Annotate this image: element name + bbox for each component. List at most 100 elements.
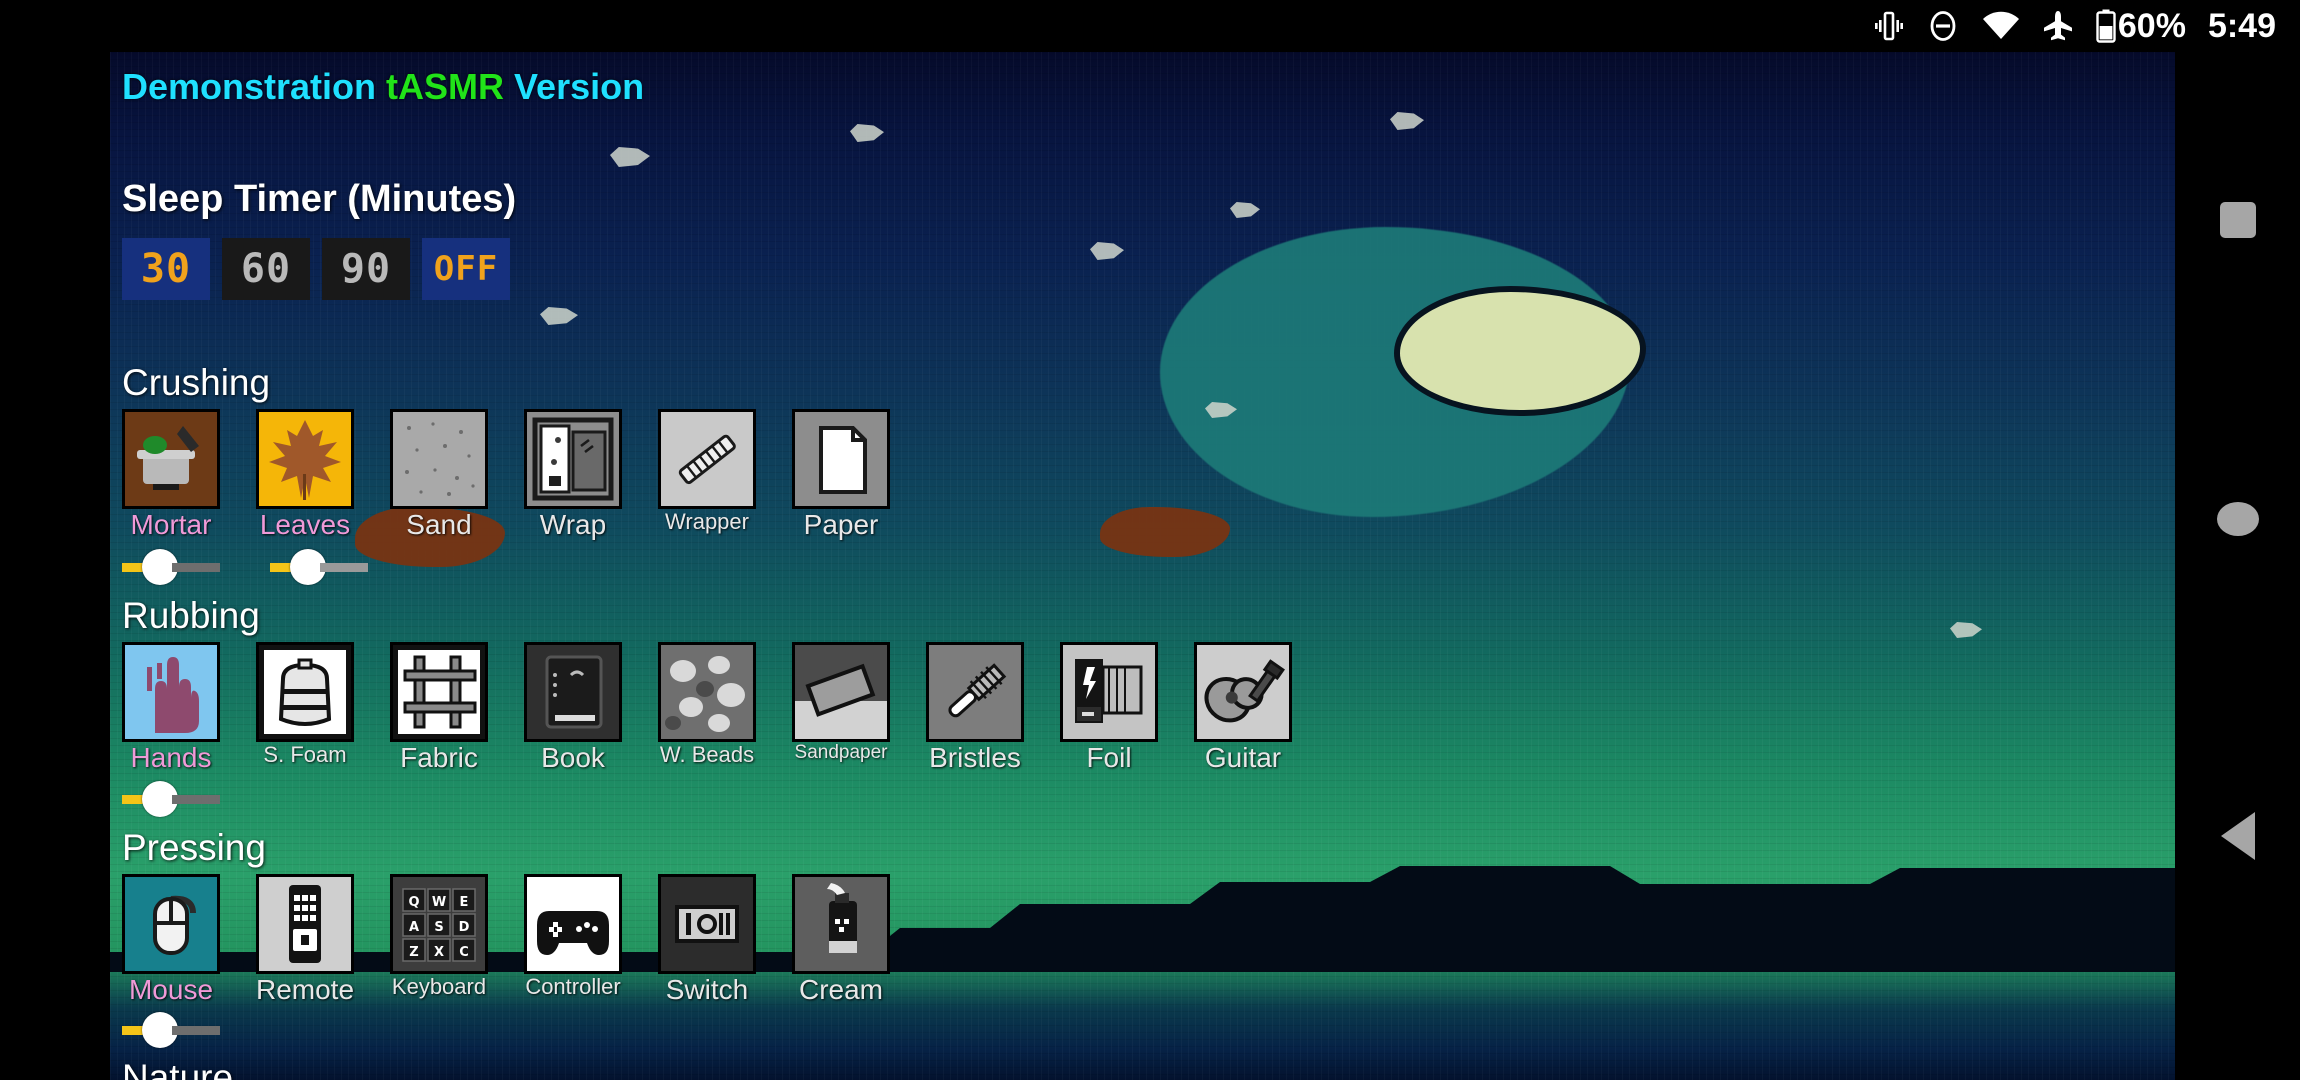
home-button[interactable] bbox=[2216, 502, 2259, 536]
sleep-timer-30-button[interactable]: 30 bbox=[122, 238, 210, 300]
svg-text:S: S bbox=[434, 920, 443, 935]
sound-label-hands: Hands bbox=[130, 742, 212, 773]
battery-percent: 60% bbox=[2117, 7, 2186, 45]
svg-text:C: C bbox=[459, 945, 469, 960]
sound-tile-sandpaper[interactable]: Sandpaper bbox=[792, 645, 890, 774]
sleep-timer-60-button[interactable]: 60 bbox=[222, 238, 310, 300]
svg-text:Z: Z bbox=[409, 945, 418, 960]
sound-tile-fabric[interactable]: Fabric bbox=[390, 645, 488, 774]
sleep-timer-90-button[interactable]: 90 bbox=[322, 238, 410, 300]
sound-label-keyboard: Keyboard bbox=[391, 974, 487, 999]
sound-tile-leaves[interactable]: Leaves bbox=[256, 412, 354, 541]
sound-tile-mortar[interactable]: Mortar bbox=[122, 412, 220, 541]
sound-label-bristles: Bristles bbox=[929, 742, 1021, 773]
sound-tile-sand[interactable]: Sand bbox=[390, 412, 488, 541]
sound-tile-wrap[interactable]: Wrap bbox=[524, 412, 622, 541]
sound-tile-book[interactable]: Book bbox=[524, 645, 622, 774]
sound-label-switch: Switch bbox=[665, 974, 749, 1005]
sound-tile-controller[interactable]: Controller bbox=[524, 877, 622, 1006]
sound-label-guitar: Guitar bbox=[1204, 742, 1282, 773]
recent-apps-button[interactable] bbox=[2219, 202, 2256, 238]
slider-track bbox=[320, 562, 368, 572]
app-content: Demonstration tASMR Version Sleep Timer … bbox=[110, 52, 2175, 1080]
sound-label-mortar: Mortar bbox=[130, 509, 212, 540]
sound-tile-foil[interactable]: Foil bbox=[1060, 645, 1158, 774]
sound-label-wrap: Wrap bbox=[539, 509, 607, 540]
book-icon bbox=[527, 645, 619, 739]
hand-print-icon bbox=[125, 645, 217, 739]
soap-foam-icon bbox=[259, 645, 351, 739]
sound-label-cream: Cream bbox=[798, 974, 883, 1005]
volume-slider-mortar[interactable] bbox=[122, 547, 220, 587]
slider-track bbox=[172, 794, 220, 804]
sleep-timer-off-button[interactable]: OFF bbox=[422, 238, 510, 300]
sound-label-controller: Controller bbox=[525, 974, 621, 999]
sound-tile-guitar[interactable]: Guitar bbox=[1194, 645, 1292, 774]
app-title-version: Version bbox=[504, 66, 645, 107]
sound-label-paper: Paper bbox=[803, 509, 879, 540]
keyboard-keys-icon: QWE AS D Z XC bbox=[393, 877, 485, 971]
slider-track bbox=[172, 562, 220, 572]
sound-tile-switch[interactable]: Switch bbox=[658, 877, 756, 1006]
fabric-weave-icon bbox=[393, 645, 485, 739]
phone-screen: 60% 5:49 Demonstration tASMR Version Sle… bbox=[0, 0, 2300, 1080]
candy-wrapper-icon bbox=[661, 412, 753, 506]
sound-label-fabric: Fabric bbox=[400, 742, 478, 773]
sound-tile-bristles[interactable]: Bristles bbox=[926, 645, 1024, 774]
game-controller-icon bbox=[527, 877, 619, 971]
volume-slider-leaves[interactable] bbox=[270, 547, 368, 587]
app-title: Demonstration tASMR Version bbox=[122, 66, 644, 108]
light-switch-icon bbox=[661, 877, 753, 971]
paper-sheet-icon bbox=[795, 412, 887, 506]
airplane-mode-icon bbox=[2042, 10, 2074, 42]
sand-texture-icon bbox=[393, 412, 485, 506]
app-title-demonstration: Demonstration bbox=[122, 66, 387, 107]
sound-tile-cream[interactable]: Cream bbox=[792, 877, 890, 1006]
svg-text:A: A bbox=[409, 920, 419, 935]
sound-label-foil: Foil bbox=[1086, 742, 1132, 773]
water-beads-icon bbox=[661, 645, 753, 739]
status-bar: 60% 5:49 bbox=[0, 0, 2300, 52]
bubble-wrap-icon bbox=[527, 412, 619, 506]
category-heading-nature: Nature bbox=[122, 1057, 234, 1080]
computer-mouse-icon bbox=[125, 877, 217, 971]
guitar-icon bbox=[1197, 645, 1289, 739]
svg-text:E: E bbox=[460, 895, 469, 910]
sound-label-wrapper: Wrapper bbox=[665, 509, 749, 534]
app-title-tasmr: tASMR bbox=[386, 66, 505, 107]
category-row-crushing: Mortar Leaves Sand Wrap Wrapper Paper bbox=[122, 412, 890, 541]
sound-label-remote: Remote bbox=[255, 974, 355, 1005]
system-navigation-bar bbox=[2175, 52, 2300, 1080]
sound-tile-w-beads[interactable]: W. Beads bbox=[658, 645, 756, 774]
volume-slider-hands[interactable] bbox=[122, 779, 220, 819]
aluminium-foil-icon bbox=[1063, 645, 1155, 739]
do-not-disturb-icon bbox=[1926, 9, 1960, 43]
sound-label-leaves: Leaves bbox=[259, 509, 351, 540]
sound-label-sand: Sand bbox=[406, 509, 472, 540]
sound-tile-paper[interactable]: Paper bbox=[792, 412, 890, 541]
wifi-icon bbox=[1982, 11, 2020, 41]
svg-text:Q: Q bbox=[408, 895, 419, 910]
sound-tile-wrapper[interactable]: Wrapper bbox=[658, 412, 756, 541]
sound-tile-remote[interactable]: Remote bbox=[256, 877, 354, 1006]
back-button[interactable] bbox=[2220, 812, 2255, 860]
category-row-rubbing: Hands S. Foam Fabric Book W. Beads Sandp… bbox=[122, 645, 1292, 774]
sound-tile-mouse[interactable]: Mouse bbox=[122, 877, 220, 1006]
svg-text:X: X bbox=[434, 945, 444, 960]
battery-status: 60% bbox=[2096, 9, 2186, 43]
sleep-timer-options: 30 60 90 OFF bbox=[122, 238, 510, 300]
sound-tile-keyboard[interactable]: QWE AS D Z XC Keyboard bbox=[390, 877, 488, 1006]
vibrate-icon bbox=[1874, 9, 1904, 43]
app-viewport: Demonstration tASMR Version Sleep Timer … bbox=[110, 52, 2175, 1080]
sound-tile-hands[interactable]: Hands bbox=[122, 645, 220, 774]
category-row-pressing: Mouse Remote Q W E A S D Z X C Keyboard … bbox=[122, 877, 890, 1006]
spray-cream-icon bbox=[795, 877, 887, 971]
brush-bristles-icon bbox=[929, 645, 1021, 739]
sound-tile-s-foam[interactable]: S. Foam bbox=[256, 645, 354, 774]
sound-label-mouse: Mouse bbox=[128, 974, 214, 1005]
volume-slider-mouse[interactable] bbox=[122, 1010, 220, 1050]
category-heading-crushing: Crushing bbox=[122, 362, 271, 403]
mortar-and-pestle-icon bbox=[125, 412, 217, 506]
category-heading-pressing: Pressing bbox=[122, 827, 266, 868]
slider-track bbox=[172, 1025, 220, 1035]
